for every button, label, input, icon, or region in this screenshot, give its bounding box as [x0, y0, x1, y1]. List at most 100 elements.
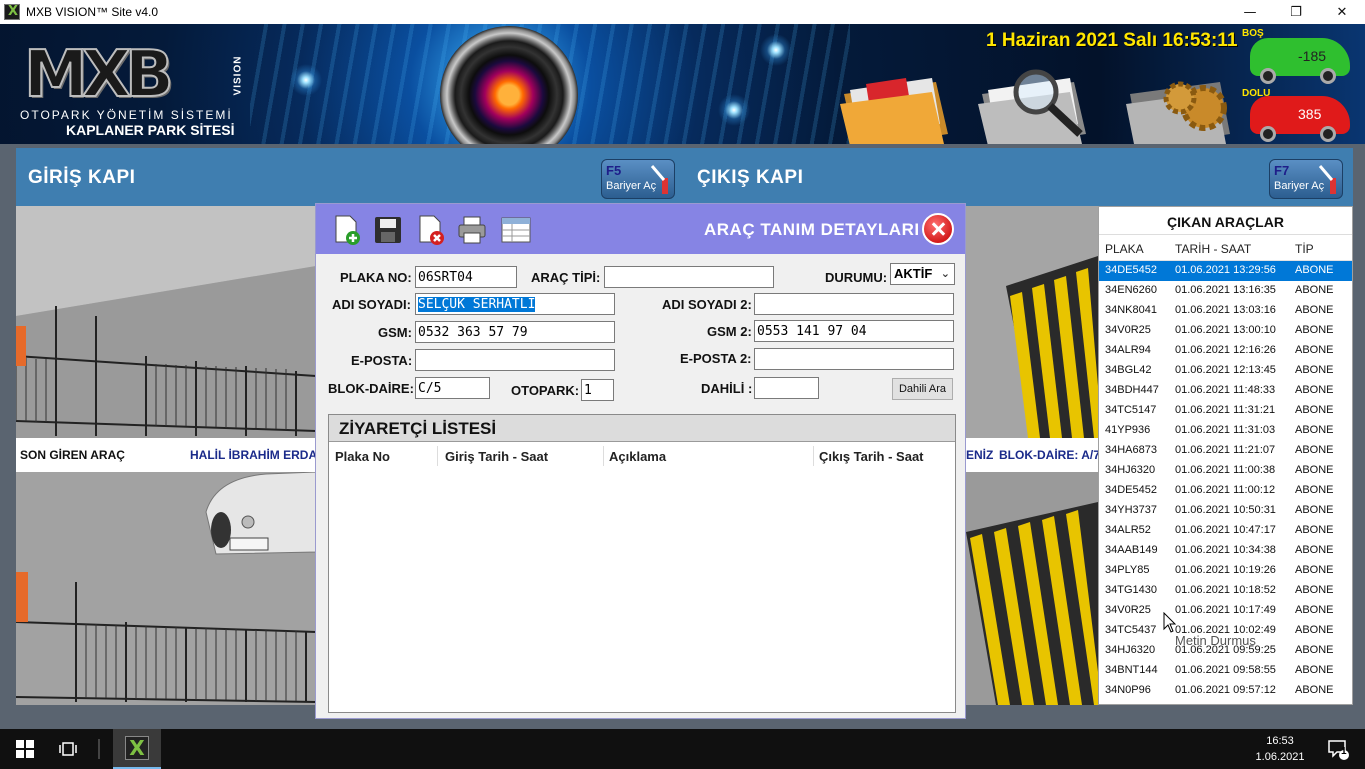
- exit-row-plate: 34NK8041: [1105, 304, 1157, 316]
- exit-row-type: ABONE: [1295, 644, 1334, 656]
- status-select[interactable]: AKTİF ⌄: [890, 263, 955, 285]
- exit-row-datetime: 01.06.2021 10:47:17: [1175, 524, 1276, 536]
- gsm2-field[interactable]: 0553 141 97 04: [754, 320, 954, 342]
- window-title: MXB VISION™ Site v4.0: [26, 5, 159, 19]
- windows-start-icon[interactable]: [0, 729, 50, 769]
- extension-field[interactable]: [754, 377, 819, 399]
- exit-row-datetime: 01.06.2021 11:00:38: [1175, 464, 1276, 476]
- exit-row-type: ABONE: [1295, 484, 1334, 496]
- list-icon[interactable]: [500, 214, 532, 246]
- dialog-header: ARAÇ TANIM DETAYLARI: [316, 204, 965, 254]
- exit-row[interactable]: 34BGL42 01.06.2021 12:13:45 ABONE: [1099, 361, 1352, 381]
- last-entry-label: SON GİREN ARAÇ: [20, 448, 125, 462]
- exit-row[interactable]: 34PLY85 01.06.2021 10:19:26 ABONE: [1099, 561, 1352, 581]
- exit-row[interactable]: 34ALR94 01.06.2021 12:16:26 ABONE: [1099, 341, 1352, 361]
- exit-row-datetime: 01.06.2021 10:19:26: [1175, 564, 1276, 576]
- exit-row-plate: 34HJ6320: [1105, 464, 1156, 476]
- exit-row-datetime: 01.06.2021 13:03:16: [1175, 304, 1276, 316]
- plate-field[interactable]: 06SRT04: [415, 266, 517, 288]
- name2-field[interactable]: [754, 293, 954, 315]
- exit-row[interactable]: 34HA6873 01.06.2021 11:21:07 ABONE: [1099, 441, 1352, 461]
- full-spaces-car: 385: [1250, 96, 1350, 142]
- vehicle-type-label: ARAÇ TİPİ:: [531, 270, 601, 285]
- exit-barrier-key: F7: [1274, 163, 1290, 178]
- header-banner: MXB VISION OTOPARK YÖNETİM SİSTEMİ KAPLA…: [0, 24, 1365, 144]
- exit-row-plate: 34YH3737: [1105, 504, 1157, 516]
- column-type[interactable]: TİP: [1295, 242, 1314, 256]
- gsm-field[interactable]: 0532 363 57 79: [415, 321, 615, 343]
- minimize-icon[interactable]: —: [1227, 0, 1273, 24]
- exit-row[interactable]: 34TG1430 01.06.2021 10:18:52 ABONE: [1099, 581, 1352, 601]
- close-icon[interactable]: ✕: [1319, 0, 1365, 24]
- email-field[interactable]: [415, 349, 615, 371]
- exit-row[interactable]: 34N0P96 01.06.2021 09:57:12 ABONE: [1099, 681, 1352, 701]
- save-icon[interactable]: [372, 214, 404, 246]
- column-plate[interactable]: Plaka No: [335, 449, 390, 464]
- exit-row-type: ABONE: [1295, 304, 1334, 316]
- task-view-icon[interactable]: [50, 729, 86, 769]
- taskbar: X 16:53 1.06.2021 1: [0, 729, 1365, 769]
- vehicle-type-field[interactable]: [604, 266, 774, 288]
- exit-camera-view-top: [966, 206, 1098, 438]
- column-entry-time[interactable]: Giriş Tarih - Saat: [445, 449, 548, 464]
- call-extension-button[interactable]: Dahili Ara: [892, 378, 953, 400]
- notification-icon[interactable]: 1: [1318, 729, 1358, 769]
- mxb-logo: MXB VISION OTOPARK YÖNETİM SİSTEMİ KAPLA…: [20, 42, 243, 140]
- delete-icon[interactable]: [414, 214, 446, 246]
- settings-gears-icon[interactable]: [1124, 64, 1244, 144]
- exit-row-plate: 34BNT144: [1105, 664, 1158, 676]
- mxb-app-logo: X: [125, 736, 149, 760]
- exit-row[interactable]: 34BDH447 01.06.2021 11:48:33 ABONE: [1099, 381, 1352, 401]
- parking-field[interactable]: 1: [581, 379, 614, 401]
- app-window: MXB VISION™ Site v4.0 — ❐ ✕ MXB VISION O…: [0, 0, 1365, 769]
- exit-row-plate: 34V0R25: [1105, 324, 1151, 336]
- block-label: BLOK-DAİRE:: [328, 381, 414, 396]
- exit-row-type: ABONE: [1295, 364, 1334, 376]
- exit-row[interactable]: 34HJ6320 01.06.2021 11:00:38 ABONE: [1099, 461, 1352, 481]
- exit-row[interactable]: 34NK8041 01.06.2021 13:03:16 ABONE: [1099, 301, 1352, 321]
- exit-row-type: ABONE: [1295, 404, 1334, 416]
- exit-row-type: ABONE: [1295, 564, 1334, 576]
- new-record-icon[interactable]: [330, 214, 362, 246]
- mxb-app-icon[interactable]: X: [113, 729, 161, 769]
- records-folder-icon[interactable]: [836, 64, 956, 144]
- exit-gate-title: ÇIKIŞ KAPI: [697, 167, 804, 188]
- wheel: [1320, 68, 1336, 84]
- exit-row[interactable]: 34AAB149 01.06.2021 10:34:38 ABONE: [1099, 541, 1352, 561]
- column-exit-time[interactable]: Çıkış Tarih - Saat: [819, 449, 924, 464]
- exit-row[interactable]: 34V0R25 01.06.2021 13:00:10 ABONE: [1099, 321, 1352, 341]
- exit-row-datetime: 01.06.2021 10:17:49: [1175, 604, 1276, 616]
- clock-time: 16:53: [1266, 735, 1294, 747]
- column-separator: [437, 446, 438, 466]
- exit-row-datetime: 01.06.2021 13:16:35: [1175, 284, 1276, 296]
- exit-row[interactable]: 34TC5147 01.06.2021 11:31:21 ABONE: [1099, 401, 1352, 421]
- exit-barrier-open-button[interactable]: F7 Bariyer Aç: [1269, 159, 1343, 199]
- notification-count: 1: [1341, 746, 1347, 757]
- entry-gate-title: GİRİŞ KAPI: [28, 167, 136, 188]
- block-field[interactable]: C/5: [415, 377, 490, 399]
- column-datetime[interactable]: TARİH - SAAT: [1175, 242, 1251, 256]
- restore-icon[interactable]: ❐: [1273, 0, 1319, 24]
- exit-row[interactable]: 34V0R25 01.06.2021 10:17:49 ABONE: [1099, 601, 1352, 621]
- exit-row[interactable]: 34ALR52 01.06.2021 10:47:17 ABONE: [1099, 521, 1352, 541]
- exit-row-type: ABONE: [1295, 264, 1334, 276]
- exit-row[interactable]: 34EN6260 01.06.2021 13:16:35 ABONE: [1099, 281, 1352, 301]
- lens-flare: [290, 64, 322, 96]
- exit-row[interactable]: 34BNT144 01.06.2021 09:58:55 ABONE: [1099, 661, 1352, 681]
- name-field[interactable]: SELÇUK SERHATLI: [415, 293, 615, 315]
- column-plate[interactable]: PLAKA: [1105, 242, 1144, 256]
- print-icon[interactable]: [456, 214, 488, 246]
- taskbar-clock[interactable]: 16:53 1.06.2021: [1252, 733, 1308, 765]
- exit-row[interactable]: 34DE5452 01.06.2021 11:00:12 ABONE: [1099, 481, 1352, 501]
- entry-barrier-open-button[interactable]: F5 Bariyer Aç: [601, 159, 675, 199]
- column-description[interactable]: Açıklama: [609, 449, 666, 464]
- camera-feed-image: [966, 206, 1098, 438]
- email2-field[interactable]: [754, 348, 954, 370]
- exit-row[interactable]: 41YP936 01.06.2021 11:31:03 ABONE: [1099, 421, 1352, 441]
- exit-row-plate: 34ALR94: [1105, 344, 1151, 356]
- dialog-close-button[interactable]: [922, 213, 954, 245]
- search-records-icon[interactable]: [976, 64, 1096, 144]
- exit-row-plate: 34DE5452: [1105, 264, 1157, 276]
- exit-row[interactable]: 34YH3737 01.06.2021 10:50:31 ABONE: [1099, 501, 1352, 521]
- exit-row[interactable]: 34DE5452 01.06.2021 13:29:56 ABONE: [1099, 261, 1352, 281]
